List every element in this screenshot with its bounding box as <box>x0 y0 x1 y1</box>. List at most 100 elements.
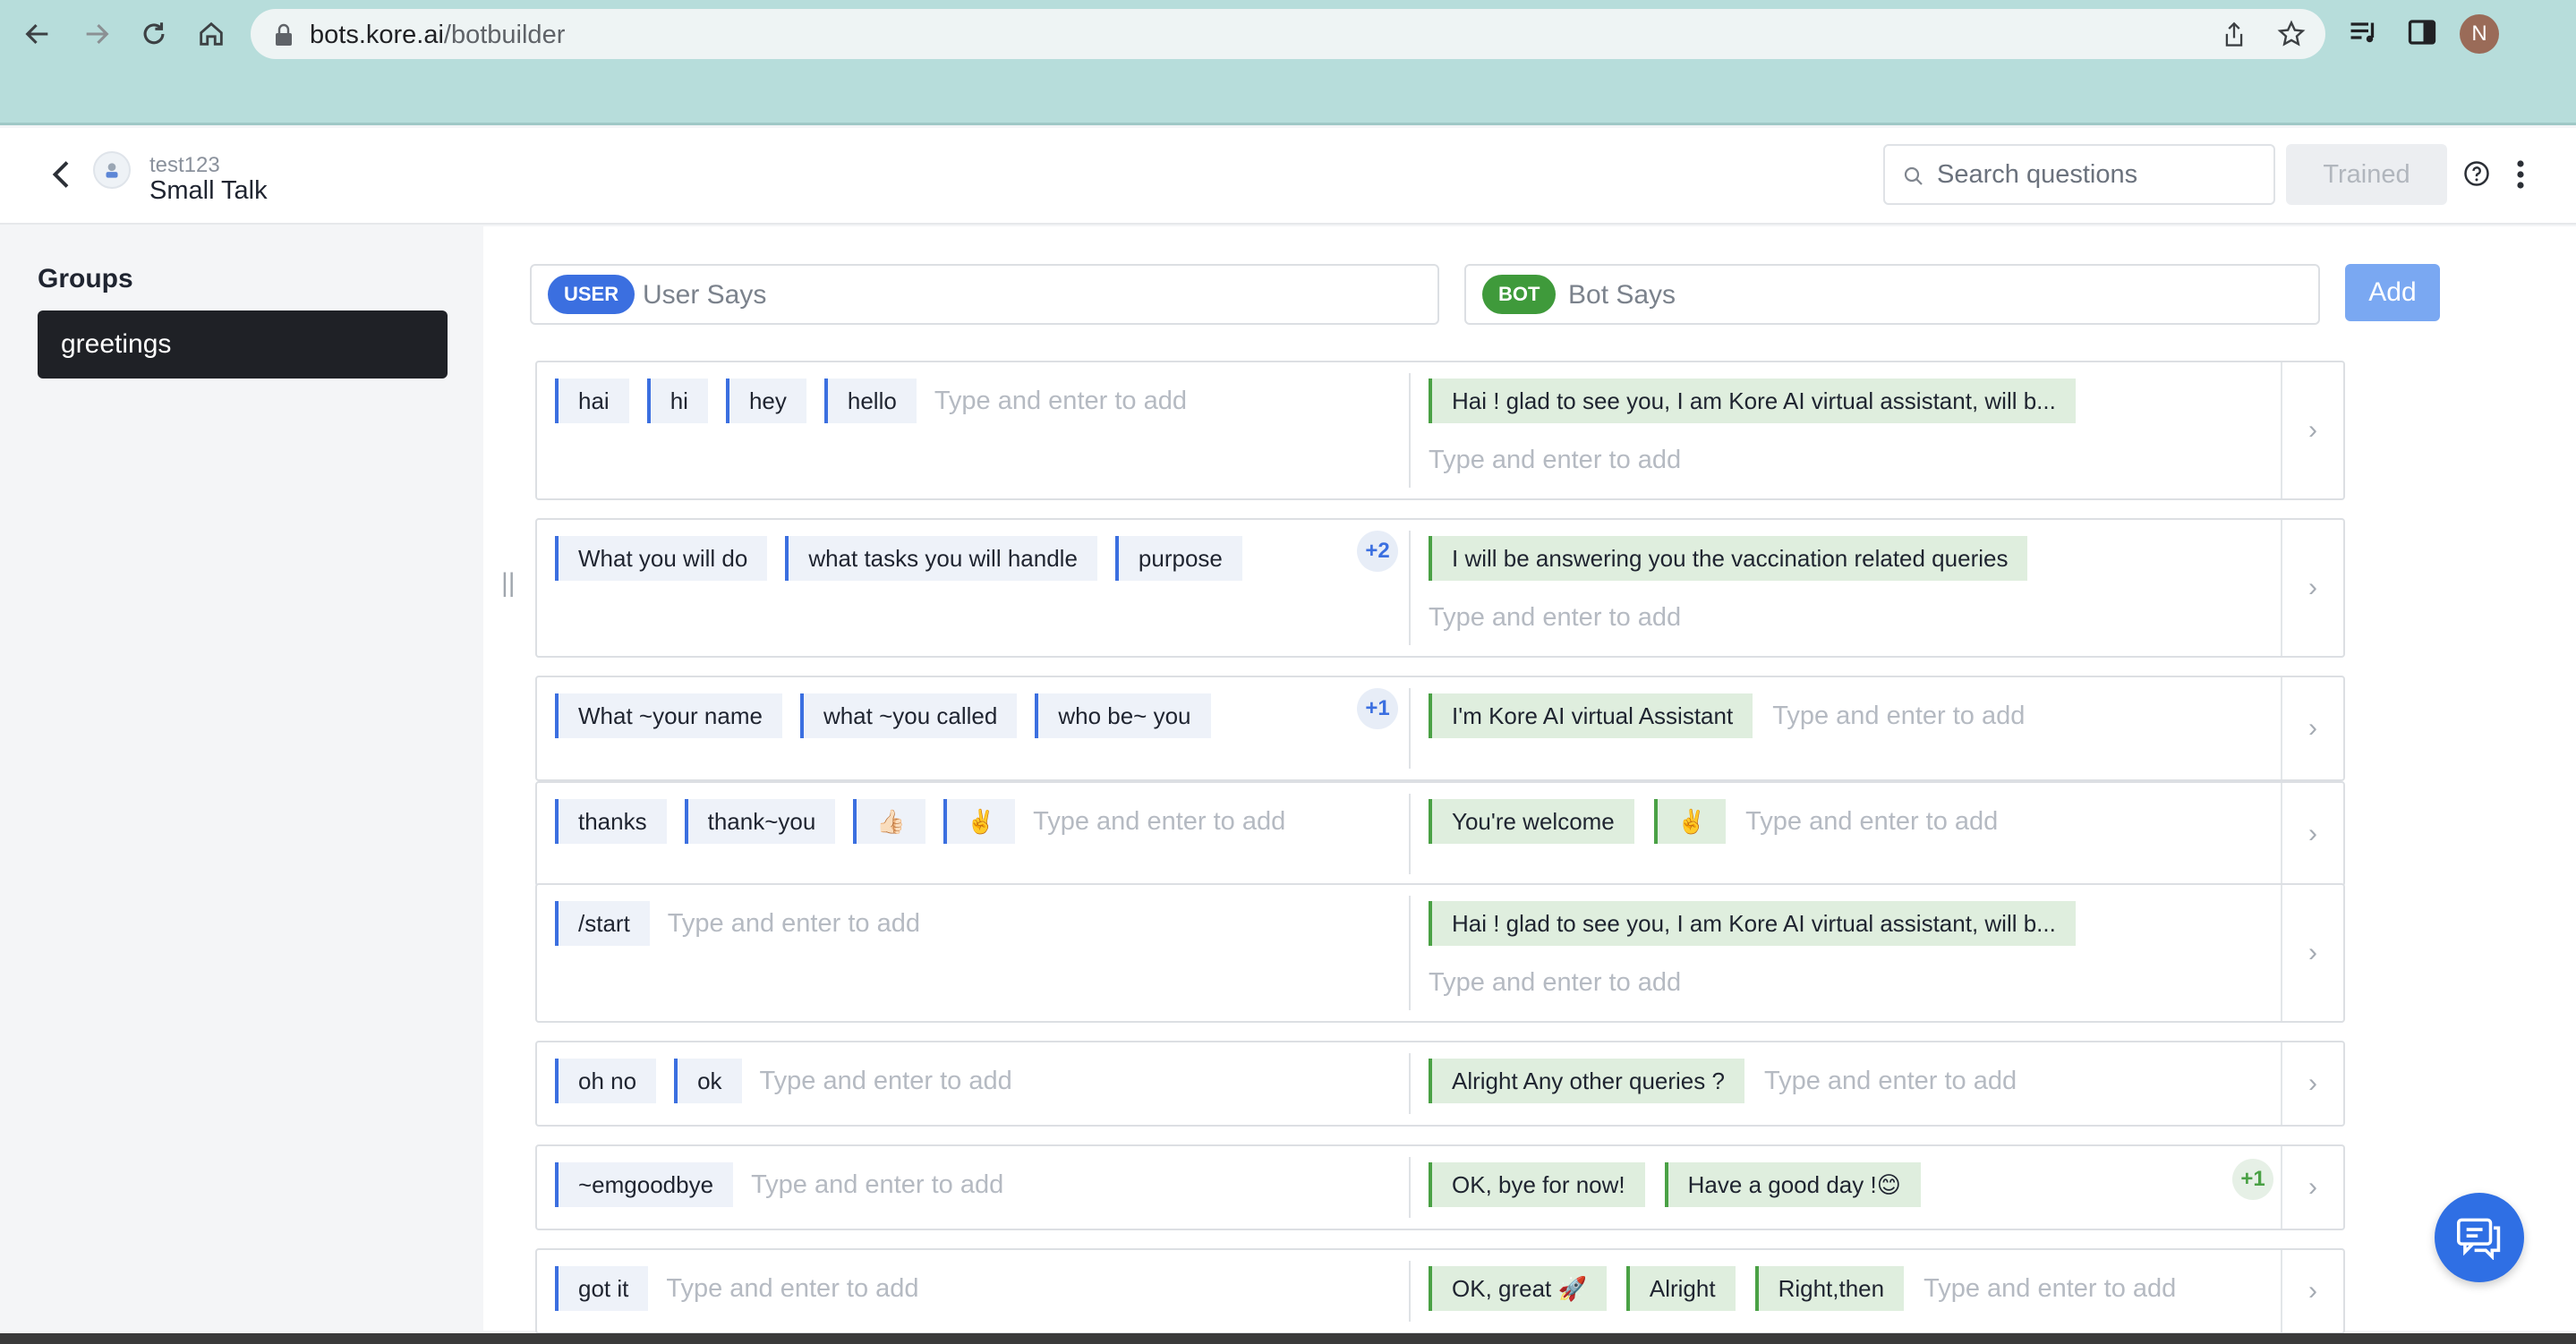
bot-response-chip[interactable]: Hai ! glad to see you, I am Kore AI virt… <box>1429 379 2076 423</box>
bot-tag: BOT <box>1482 275 1557 314</box>
qa-row: hai hi hey hello Type and enter to add Hai ! … <box>535 361 2345 500</box>
user-utterance-chip[interactable]: hey <box>725 379 806 423</box>
chevron-right-icon[interactable]: › <box>2281 1042 2343 1125</box>
forward-arrow-icon[interactable] <box>79 16 115 52</box>
column-divider <box>1409 896 1411 1010</box>
user-utterance-chip[interactable]: hello <box>823 379 917 423</box>
user-says-box[interactable]: USER <box>530 264 1439 325</box>
back-arrow-icon[interactable] <box>20 16 55 52</box>
user-utterance-chip[interactable]: hai <box>555 379 629 423</box>
user-utterance-chip[interactable]: purpose <box>1114 536 1242 581</box>
bot-response-chip[interactable]: Hai ! glad to see you, I am Kore AI virt… <box>1429 901 2076 946</box>
profile-avatar[interactable]: N <box>2460 14 2499 54</box>
drag-handle-icon[interactable]: || <box>501 568 516 599</box>
bot-type-to-add[interactable]: Type and enter to add <box>1429 438 2234 482</box>
user-utterance-chip[interactable]: 👍🏻 <box>853 799 925 844</box>
user-type-to-add[interactable]: Type and enter to add <box>934 379 1187 423</box>
user-utterance-chip[interactable]: what tasks you will handle <box>785 536 1097 581</box>
user-utterance-chip[interactable]: got it <box>555 1266 649 1311</box>
user-utterance-chip[interactable]: thank~you <box>684 799 836 844</box>
add-button[interactable]: Add <box>2345 264 2440 321</box>
bot-says-input[interactable] <box>1568 278 2302 312</box>
back-arrow-icon[interactable] <box>48 158 75 195</box>
bot-type-to-add[interactable]: Type and enter to add <box>1923 1266 2176 1311</box>
bot-says-box[interactable]: BOT <box>1464 264 2320 325</box>
user-utterance-chip[interactable]: ✌️ <box>943 799 1016 844</box>
groups-sidebar: Groups greetings <box>0 226 483 1344</box>
user-utterance-chip[interactable]: ~emgoodbye <box>555 1162 734 1207</box>
bot-response-chip[interactable]: Alright <box>1625 1266 1736 1311</box>
bot-response-chip[interactable]: OK, bye for now! <box>1429 1162 1645 1207</box>
bot-response-chip[interactable]: I will be answering you the vaccination … <box>1429 536 2028 581</box>
playlist-icon[interactable] <box>2347 16 2379 53</box>
group-item-greetings[interactable]: greetings <box>38 310 448 379</box>
bot-responses: OK, bye for now! Have a good day !😊 <box>1429 1162 2234 1207</box>
bot-responses: Hai ! glad to see you, I am Kore AI virt… <box>1429 379 2234 482</box>
sidepanel-icon[interactable] <box>2406 16 2438 53</box>
bot-type-to-add[interactable]: Type and enter to add <box>1429 960 2234 1005</box>
user-utterance-chip[interactable]: What ~your name <box>555 693 782 738</box>
bot-response-chip[interactable]: Have a good day !😊 <box>1664 1162 1921 1207</box>
more-utterances-badge[interactable]: +2 <box>1357 531 1398 572</box>
page-title: Small Talk <box>149 176 268 205</box>
user-type-to-add[interactable]: Type and enter to add <box>760 1059 1012 1103</box>
groups-heading: Groups <box>38 264 133 293</box>
search-icon <box>1903 166 1924 191</box>
chat-icon[interactable] <box>2435 1193 2524 1282</box>
user-type-to-add[interactable]: Type and enter to add <box>666 1266 918 1311</box>
chevron-right-icon[interactable]: › <box>2281 362 2343 498</box>
chevron-right-icon[interactable]: › <box>2281 885 2343 1021</box>
bot-type-to-add[interactable]: Type and enter to add <box>1429 595 2234 640</box>
window-bottom-edge <box>0 1333 2576 1344</box>
user-utterance-chip[interactable]: who be~ you <box>1035 693 1211 738</box>
kebab-menu-icon[interactable] <box>2515 158 2526 195</box>
user-utterance-chip[interactable]: thanks <box>555 799 667 844</box>
home-icon[interactable] <box>193 16 229 52</box>
share-icon[interactable] <box>2222 21 2247 53</box>
bot-responses: OK, great 🚀 Alright Right,then Type and ent… <box>1429 1266 2234 1311</box>
more-responses-badge[interactable]: +1 <box>2232 1159 2273 1200</box>
user-utterances: What you will do what tasks you will hand… <box>555 536 1361 581</box>
bot-response-chip[interactable]: ✌️ <box>1653 799 1727 844</box>
bot-logo-icon <box>93 151 131 189</box>
bot-type-to-add[interactable]: Type and enter to add <box>1772 693 2025 738</box>
bot-responses: I will be answering you the vaccination … <box>1429 536 2234 640</box>
reload-icon[interactable] <box>136 16 172 52</box>
user-utterances: /start Type and enter to add <box>555 901 1361 946</box>
bot-response-chip[interactable]: OK, great 🚀 <box>1429 1266 1607 1311</box>
chevron-right-icon[interactable]: › <box>2281 783 2343 885</box>
user-utterance-chip[interactable]: /start <box>555 901 650 946</box>
trained-button[interactable]: Trained <box>2286 144 2447 205</box>
user-utterance-chip[interactable]: What you will do <box>555 536 768 581</box>
chevron-right-icon[interactable]: › <box>2281 520 2343 656</box>
user-utterance-chip[interactable]: what ~you called <box>799 693 1018 738</box>
user-utterance-chip[interactable]: hi <box>646 379 708 423</box>
bot-response-chip[interactable]: I'm Kore AI virtual Assistant <box>1429 693 1753 738</box>
search-box[interactable] <box>1883 144 2275 205</box>
bot-response-chip[interactable]: Right,then <box>1754 1266 1905 1311</box>
chevron-right-icon[interactable]: › <box>2281 1250 2343 1332</box>
user-utterance-chip[interactable]: ok <box>674 1059 742 1103</box>
bot-responses: Hai ! glad to see you, I am Kore AI virt… <box>1429 901 2234 1005</box>
address-bar[interactable]: bots.kore.ai/botbuilder <box>251 9 2325 59</box>
bot-type-to-add[interactable]: Type and enter to add <box>1764 1059 2017 1103</box>
bot-response-chip[interactable]: Alright Any other queries ? <box>1429 1059 1744 1103</box>
bot-type-to-add[interactable]: Type and enter to add <box>1745 799 1998 844</box>
chevron-right-icon[interactable]: › <box>2281 677 2343 779</box>
bot-response-chip[interactable]: You're welcome <box>1429 799 1634 844</box>
user-tag: USER <box>548 275 635 314</box>
user-says-input[interactable] <box>643 278 1412 312</box>
browser-toolbar: bots.kore.ai/botbuilder N <box>0 0 2576 125</box>
user-type-to-add[interactable]: Type and enter to add <box>1033 799 1285 844</box>
user-type-to-add[interactable]: Type and enter to add <box>751 1162 1003 1207</box>
chevron-right-icon[interactable]: › <box>2281 1146 2343 1229</box>
bot-responses: You're welcome ✌️ Type and enter to add <box>1429 799 2234 844</box>
user-type-to-add[interactable]: Type and enter to add <box>668 901 920 946</box>
more-utterances-badge[interactable]: +1 <box>1357 688 1398 729</box>
column-divider <box>1409 531 1411 645</box>
column-divider <box>1409 1157 1411 1218</box>
help-icon[interactable] <box>2463 160 2490 191</box>
star-icon[interactable] <box>2277 20 2306 53</box>
user-utterance-chip[interactable]: oh no <box>555 1059 657 1103</box>
search-input[interactable] <box>1937 158 2259 191</box>
